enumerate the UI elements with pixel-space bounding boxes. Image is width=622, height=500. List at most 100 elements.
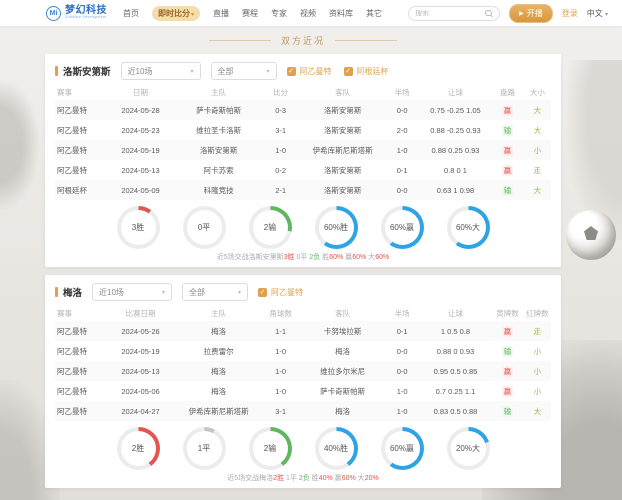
table-row[interactable]: 阿乙曼特 2024-05-13 阿卡苏索 0-2 洛斯安第斯 0-1 0.8 0 1 赢 走 [55,160,551,180]
table-cell: 伊希库斯尼斯塔斯 [312,145,373,155]
camera-icon: ▶ [519,10,524,17]
table-row[interactable]: 阿乙曼特 2024-04-27 伊希库斯尼斯塔斯 3-1 梅洛 1-0 0.83 0.5 0… [55,401,551,421]
range-filter-dropdown[interactable]: 近10场 ▾ [120,62,201,80]
league-filter-checkbox-0[interactable]: ✓ 阿乙曼特 [258,287,303,298]
table-cell: 0.63 1 0.98 [436,185,475,195]
table-row[interactable]: 阿乙曼特 2024-05-28 萨卡奇斯帕斯 0-3 洛斯安第斯 0-0 0.75 -0.2… [55,100,551,120]
table-cell: 梅洛 [211,326,227,336]
recent-matches-table: 赛事 日期 主队 比分 客队 半场 让球 盘路 大小 阿乙曼特 2024-05-28 萨卡奇斯帕斯 0… [55,85,551,200]
nav-item-1[interactable]: 即时比分▾ [152,5,201,21]
nav-item-6[interactable]: 资料库 [329,8,353,19]
table-cell: 阿乙曼特 [57,406,87,416]
table-row[interactable]: 阿乙曼特 2024-05-19 拉费雷尔 1-0 梅洛 0-0 0.88 0 0.93 输 小 [55,341,551,361]
table-cell: 萨卡奇斯帕斯 [320,386,366,396]
nav-item-3[interactable]: 赛程 [242,8,258,19]
summary-segment: 胜 [320,254,330,261]
column-header: 半场 [394,309,410,318]
table-row[interactable]: 阿乙曼特 2024-05-26 梅洛 1-1 卡努埃拉斯 0-1 1 0.5 0.8 赢 走 [55,321,551,341]
table-cell: 赢 [501,104,514,116]
login-link[interactable]: 登录 [562,8,578,19]
table-cell: 洛斯安第斯 [323,165,362,175]
range-filter-dropdown[interactable]: 近10场 ▾ [92,283,173,301]
donut-label: 40%胜 [318,431,354,466]
scope-filter-dropdown[interactable]: 全部 ▾ [182,283,249,301]
table-cell: 洛斯安第斯 [323,185,362,195]
table-cell: 走 [533,165,542,175]
column-header: 黄牌数 [496,309,519,318]
league-filter-checkbox-0[interactable]: ✓ 阿乙曼特 [286,66,332,77]
scope-filter-dropdown[interactable]: 全部 ▾ [210,62,277,80]
site-logo[interactable]: Mi 梦幻科技 Software Development [46,5,107,21]
table-cell: 1-0 [396,145,408,155]
table-cell: 赢 [501,385,514,397]
summary-segment: 赢 [332,475,342,482]
team-recent-panel: 梅洛 近10场 ▾ 全部 ▾ ✓ 阿乙曼特 赛事 比赛日期 主队 角球数 客队 半场 让球 黄牌数红… [45,275,561,488]
donut-chart: 2输 [248,206,292,249]
table-cell: 赢 [501,144,514,156]
summary-segment: 2胜 [273,475,285,482]
table-cell: 2024-05-19 [121,346,160,356]
donut-label: 60%大 [450,210,486,245]
table-cell: 1-0 [275,145,287,155]
search-icon[interactable] [485,9,492,17]
summary-segment: 40% [318,475,333,482]
donut-label: 20%大 [450,431,486,466]
checkbox-label: 阿乙曼特 [299,66,332,76]
table-cell: 阿乙曼特 [57,125,87,135]
chevron-down-icon: ▾ [238,289,242,296]
start-broadcast-button[interactable]: ▶ 开播 [509,3,553,23]
table-cell: 0-0 [396,185,408,195]
table-cell: 阿乙曼特 [57,145,87,155]
checkbox-label: 阿根廷杯 [356,66,389,76]
table-cell: 3-1 [275,125,287,135]
column-header: 比赛日期 [125,309,156,318]
table-cell: 大 [533,125,542,135]
summary-segment: 20% [364,475,379,482]
nav-item-5[interactable]: 视频 [300,8,316,19]
summary-segment: 1平 [284,475,299,482]
table-cell: 0.88 -0.25 0.93 [430,125,481,135]
summary-segment: 2负 [309,254,321,261]
table-cell: 0-1 [396,165,408,175]
background-texture [567,60,622,240]
nav-item-2[interactable]: 直播 [213,8,229,19]
nav-item-0[interactable]: 首页 [123,8,139,19]
table-cell: 伊希库斯尼斯塔斯 [188,406,249,416]
table-row[interactable]: 阿根廷杯 2024-05-09 科隆竞技 2-1 洛斯安第斯 0-0 0.63 1 0.98… [55,180,551,200]
donut-chart: 60%大 [446,206,490,249]
table-row[interactable]: 阿乙曼特 2024-05-06 梅洛 1-0 萨卡奇斯帕斯 1-0 0.7 0.25 1.1… [55,381,551,401]
table-cell: 2024-05-06 [121,386,160,396]
table-row[interactable]: 阿乙曼特 2024-05-23 维拉圣卡洛斯 3-1 洛斯安第斯 2-0 0.88 -0.2… [55,120,551,140]
donut-chart: 3胜 [116,206,160,249]
table-cell: 大 [533,105,542,115]
summary-segment: 3胜 [283,254,295,261]
league-filter-checkbox-1[interactable]: ✓ 阿根廷杯 [343,66,389,77]
checkbox-checked-icon: ✓ [343,66,353,76]
table-cell: 洛斯安第斯 [323,105,362,115]
donut-chart: 20%大 [446,427,490,470]
table-cell: 输 [501,405,514,417]
table-row[interactable]: 阿乙曼特 2024-05-13 梅洛 1-0 维拉多尔米尼 0-0 0.95 0.5 0.8… [55,361,551,381]
table-cell: 阿卡苏索 [203,165,234,175]
search-box[interactable] [408,5,501,21]
table-cell: 梅洛 [335,406,351,416]
table-cell: 0-0 [396,366,408,376]
column-header: 半场 [394,88,410,97]
table-cell: 0.8 0 1 [444,165,467,175]
table-cell: 2024-05-26 [121,326,160,336]
table-cell: 走 [533,326,542,336]
nav-item-4[interactable]: 专家 [271,8,287,19]
panel-summary: 近5场交战洛斯安第斯3胜 0平 2负 胜60% 赢60% 大60% [55,252,551,263]
summary-segment: 60% [329,254,344,261]
column-header: 赛事 [57,309,72,318]
column-header: 日期 [133,88,149,97]
table-cell: 1-0 [396,406,408,416]
table-cell: 阿根廷杯 [57,185,87,195]
table-cell: 小 [533,346,542,356]
nav-item-7[interactable]: 其它 [366,8,382,19]
table-row[interactable]: 阿乙曼特 2024-05-19 洛斯安第斯 1-0 伊希库斯尼斯塔斯 1-0 0.88 0.… [55,140,551,160]
summary-segment: 60% [341,475,356,482]
search-input[interactable] [415,9,486,17]
summary-segment: 近5场交战洛斯安第斯 [216,254,284,261]
language-selector[interactable]: 中文 ▾ [587,8,608,19]
